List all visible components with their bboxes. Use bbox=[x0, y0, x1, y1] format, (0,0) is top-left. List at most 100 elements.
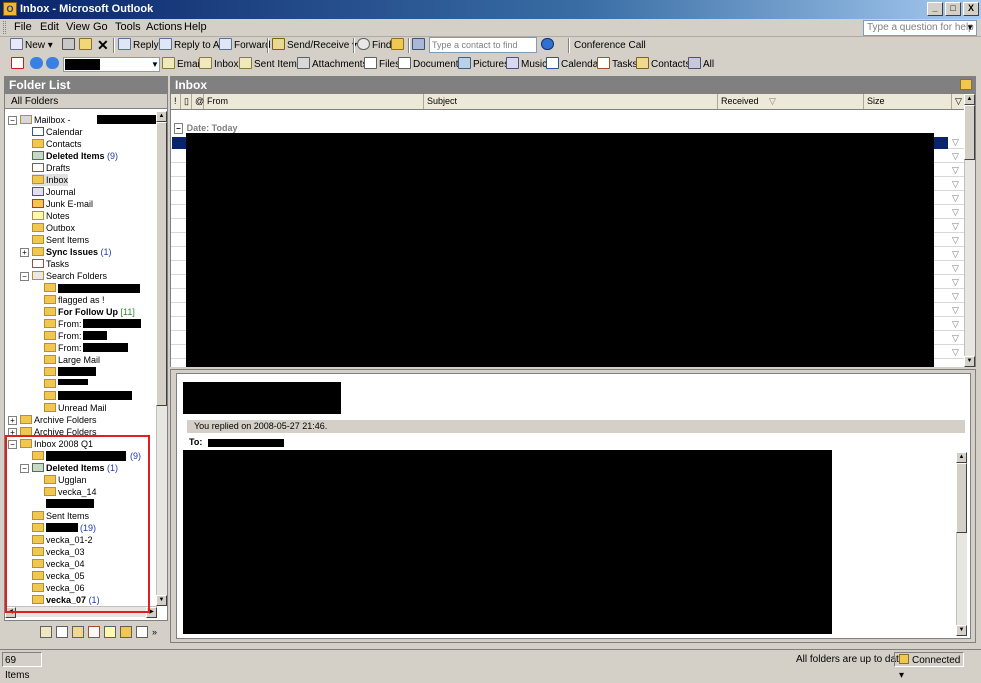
nav-all[interactable]: All bbox=[688, 57, 714, 72]
search-folder-redacted[interactable] bbox=[44, 378, 58, 390]
column-from[interactable]: From bbox=[204, 94, 424, 109]
folder-junk[interactable]: Junk E-mail bbox=[32, 198, 93, 210]
column-received[interactable]: Received ▽ bbox=[718, 94, 864, 109]
expand-icon[interactable]: + bbox=[20, 248, 29, 257]
send-receive-button[interactable]: Send/Receive ▾ bbox=[272, 38, 357, 53]
new-button[interactable]: New ▾ bbox=[10, 38, 53, 53]
address-book-button[interactable] bbox=[412, 38, 427, 53]
search-folder-follow-up[interactable]: For Follow Up [11] bbox=[44, 306, 135, 318]
move-button[interactable] bbox=[79, 38, 94, 53]
scroll-thumb[interactable] bbox=[156, 122, 167, 406]
column-subject[interactable]: Subject bbox=[424, 94, 718, 109]
chevron-down-icon[interactable]: ▼ bbox=[151, 57, 159, 72]
maximize-button[interactable]: □ bbox=[945, 2, 961, 16]
reply-all-button[interactable]: Reply to All bbox=[159, 38, 224, 53]
nav-pictures[interactable]: Pictures bbox=[458, 57, 509, 72]
folder-deleted-items[interactable]: Deleted Items (9) bbox=[32, 150, 118, 162]
ask-question-input[interactable]: Type a question for help ▼ bbox=[863, 20, 977, 36]
folder-inbox[interactable]: Inbox bbox=[32, 174, 69, 186]
back-button[interactable] bbox=[30, 57, 45, 72]
menu-edit[interactable]: Edit bbox=[40, 21, 59, 33]
menu-tools[interactable]: Tools bbox=[115, 21, 141, 33]
chevron-down-icon[interactable]: ▼ bbox=[966, 21, 974, 35]
collapse-icon[interactable]: − bbox=[20, 272, 29, 281]
scroll-thumb[interactable] bbox=[956, 463, 967, 533]
menu-go[interactable]: Go bbox=[93, 21, 108, 33]
nav-files[interactable]: Files bbox=[364, 57, 400, 72]
folder-scrollbar[interactable]: ▲ ▼ bbox=[156, 111, 167, 606]
xdesktop-button[interactable] bbox=[11, 57, 26, 72]
tasks-nav-icon[interactable] bbox=[88, 626, 100, 638]
nav-attachments[interactable]: Attachments bbox=[297, 57, 368, 72]
minimize-button[interactable]: _ bbox=[927, 2, 943, 16]
nav-tasks[interactable]: Tasks bbox=[597, 57, 638, 72]
scroll-thumb[interactable] bbox=[964, 105, 975, 160]
calendar-nav-icon[interactable] bbox=[56, 626, 68, 638]
flag-column[interactable]: ▽ ▽ ▽ ▽ ▽ ▽ ▽ ▽ ▽ ▽ ▽ ▽ ▽ ▽ ▽ ▽ bbox=[947, 135, 964, 367]
folder-search-folders[interactable]: Search Folders bbox=[32, 270, 107, 282]
folder-outbox[interactable]: Outbox bbox=[32, 222, 75, 234]
nav-inbox[interactable]: Inbox bbox=[199, 57, 238, 72]
icon-column[interactable]: ▯ bbox=[181, 94, 192, 109]
scroll-down-icon[interactable]: ▼ bbox=[964, 356, 975, 367]
message-list-scrollbar[interactable]: ▲ ▼ bbox=[964, 94, 975, 367]
nav-sent-items[interactable]: Sent Items bbox=[239, 57, 302, 72]
folder-calendar[interactable]: Calendar bbox=[32, 126, 83, 138]
folder-sync-issues[interactable]: Sync Issues (1) bbox=[32, 246, 112, 258]
nav-email[interactable]: Email bbox=[162, 57, 202, 72]
close-button[interactable]: X bbox=[963, 2, 979, 16]
connection-status[interactable]: Connected ▾ bbox=[894, 652, 964, 681]
nav-calendar[interactable]: Calendar bbox=[546, 57, 602, 72]
menu-actions[interactable]: Actions bbox=[146, 21, 182, 33]
folder-select[interactable] bbox=[63, 57, 160, 72]
mail-nav-icon[interactable] bbox=[40, 626, 52, 638]
search-folder-from-2[interactable]: From: bbox=[44, 330, 82, 342]
column-size[interactable]: Size bbox=[864, 94, 952, 109]
collapse-icon[interactable]: − bbox=[8, 116, 17, 125]
menu-file[interactable]: File bbox=[14, 21, 32, 33]
attachment-column-icon[interactable]: @ bbox=[192, 94, 204, 109]
folder-sent-items[interactable]: Sent Items bbox=[32, 234, 89, 246]
nav-documents[interactable]: Documents bbox=[398, 57, 464, 72]
nav-contacts[interactable]: Contacts bbox=[636, 57, 690, 72]
contacts-nav-icon[interactable] bbox=[72, 626, 84, 638]
configure-buttons-icon[interactable]: » bbox=[152, 626, 164, 638]
folder-mailbox[interactable]: Mailbox - bbox=[20, 114, 71, 126]
shortcuts-nav-icon[interactable] bbox=[136, 626, 148, 638]
find-contact-input[interactable]: Type a contact to find bbox=[429, 37, 537, 53]
conference-call-button[interactable]: Conference Call bbox=[574, 38, 646, 53]
folder-icon[interactable] bbox=[960, 79, 972, 90]
scroll-up-icon[interactable]: ▲ bbox=[156, 111, 167, 122]
forward-nav-button[interactable] bbox=[46, 57, 61, 72]
scroll-down-icon[interactable]: ▼ bbox=[956, 625, 967, 636]
search-folder-redacted[interactable] bbox=[44, 282, 58, 294]
scroll-up-icon[interactable]: ▲ bbox=[964, 94, 975, 105]
search-folder-unread-mail[interactable]: Unread Mail bbox=[44, 402, 107, 414]
menu-view[interactable]: View bbox=[66, 21, 90, 33]
search-folder-redacted[interactable] bbox=[44, 366, 58, 378]
expand-icon[interactable]: + bbox=[8, 416, 17, 425]
replied-infobar[interactable]: You replied on 2008-05-27 21:46. bbox=[187, 420, 965, 433]
search-folder-from-1[interactable]: From: bbox=[44, 318, 82, 330]
folder-archive-1[interactable]: Archive Folders bbox=[20, 414, 97, 426]
reading-scrollbar[interactable]: ▲ ▼ bbox=[956, 452, 967, 636]
menu-grip[interactable] bbox=[3, 21, 6, 34]
search-folder-from-3[interactable]: From: bbox=[44, 342, 82, 354]
help-button[interactable] bbox=[541, 38, 556, 53]
search-folder-flagged[interactable]: flagged as ! bbox=[44, 294, 105, 306]
group-header-today[interactable]: − Date: Today bbox=[174, 123, 238, 134]
scroll-down-icon[interactable]: ▼ bbox=[156, 595, 167, 606]
nav-music[interactable]: Music bbox=[506, 57, 547, 72]
search-folder-redacted[interactable] bbox=[44, 390, 58, 402]
importance-column-icon[interactable]: ! bbox=[171, 94, 181, 109]
folder-drafts[interactable]: Drafts bbox=[32, 162, 70, 174]
folder-journal[interactable]: Journal bbox=[32, 186, 76, 198]
folder-notes[interactable]: Notes bbox=[32, 210, 70, 222]
menu-help[interactable]: Help bbox=[184, 21, 207, 33]
scroll-up-icon[interactable]: ▲ bbox=[956, 452, 967, 463]
folder-contacts[interactable]: Contacts bbox=[32, 138, 82, 150]
forward-button[interactable]: Forward bbox=[219, 38, 271, 53]
folder-list-nav-icon[interactable] bbox=[120, 626, 132, 638]
folder-tasks[interactable]: Tasks bbox=[32, 258, 69, 270]
print-button[interactable] bbox=[62, 38, 77, 53]
